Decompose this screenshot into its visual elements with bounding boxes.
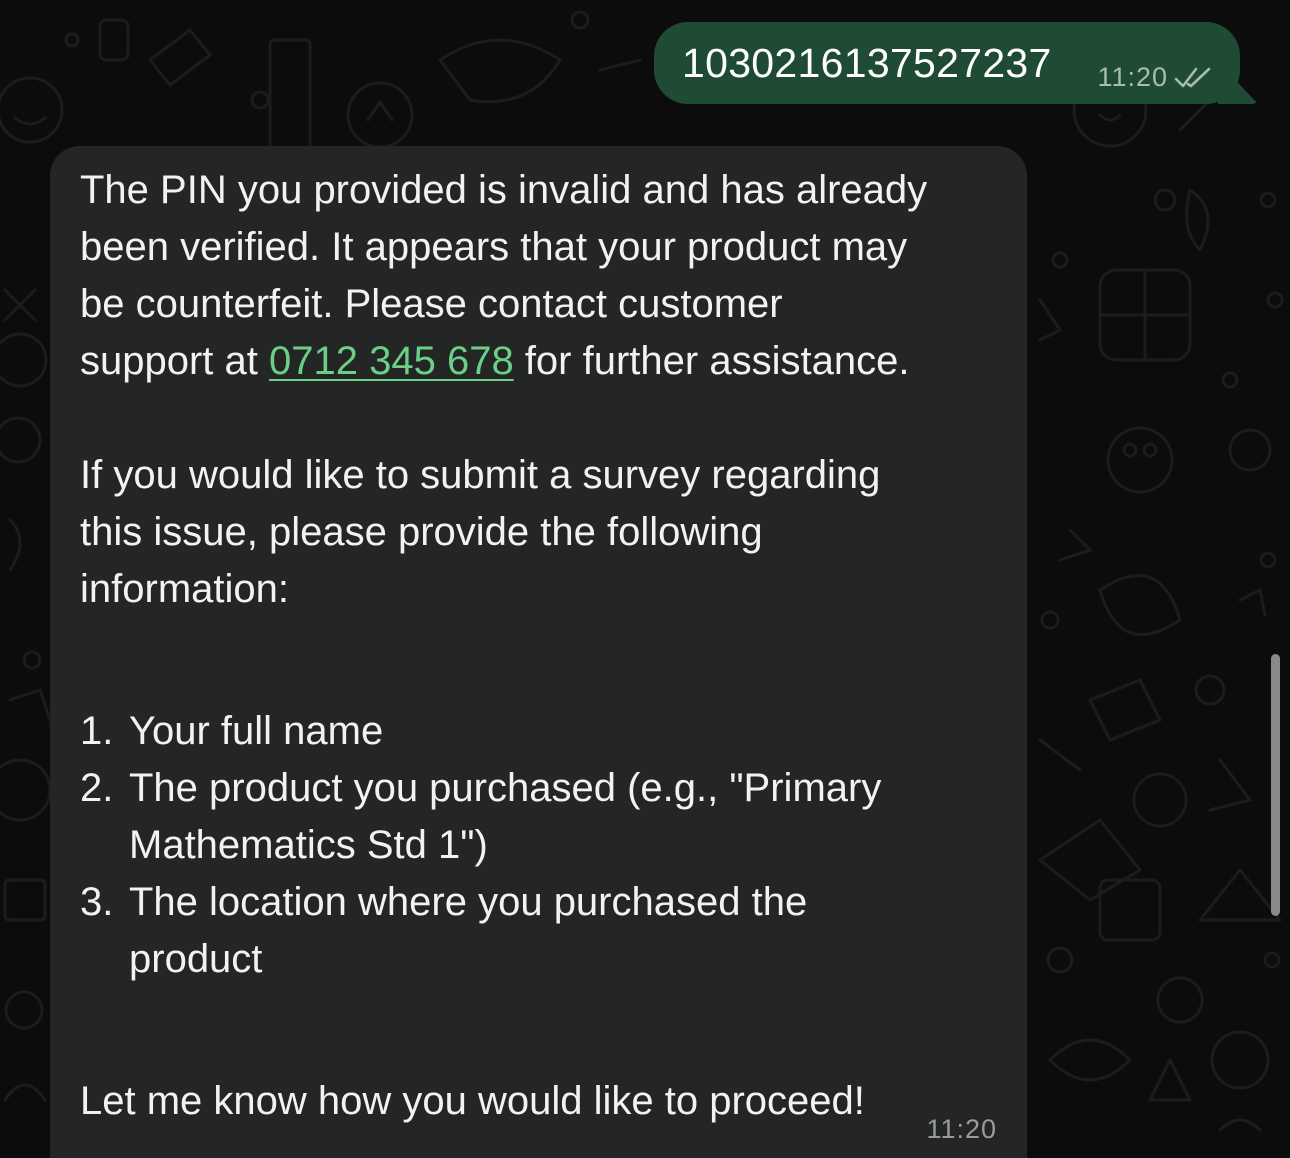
message-line: been verified. It appears that your prod… [80, 225, 908, 269]
list-item-number: 1. [80, 709, 114, 753]
info-list: 1. Your full name 2. The product you pur… [80, 703, 1010, 988]
outgoing-message-text: 1030216137527237 [682, 40, 1052, 86]
message-line: this issue, please provide the following [80, 510, 763, 554]
list-item-number: 2. [80, 766, 114, 810]
list-item-text: The product you purchased (e.g., "Primar… [129, 766, 882, 810]
list-item: 1. Your full name [80, 703, 1010, 760]
chat-view[interactable]: 1030216137527237 11:20 The PIN you provi… [0, 0, 1290, 1158]
list-item-text: Your full name [129, 709, 384, 753]
message-line: support at 0712 345 678 for further assi… [80, 333, 1010, 390]
message-line: If you would like to submit a survey reg… [80, 453, 881, 497]
list-item-number: 3. [80, 880, 114, 924]
outgoing-message-meta: 11:20 [1097, 62, 1212, 93]
message-line: The PIN you provided is invalid and has … [80, 168, 928, 212]
phone-number-link[interactable]: 0712 345 678 [269, 339, 514, 383]
message-text: for further assistance. [513, 339, 910, 383]
scrollbar-thumb[interactable] [1271, 654, 1280, 916]
incoming-message-text: The PIN you provided is invalid and has … [80, 162, 1010, 1130]
list-item: 3. The location where you purchased the … [80, 874, 1010, 988]
message-line: information: [80, 567, 289, 611]
incoming-message-bubble[interactable]: The PIN you provided is invalid and has … [50, 146, 1027, 1158]
outgoing-message-bubble[interactable]: 1030216137527237 11:20 [654, 22, 1258, 104]
list-item-text: product [129, 937, 263, 981]
list-item-text: The location where you purchased the [129, 880, 808, 924]
message-line: be counterfeit. Please contact customer [80, 282, 783, 326]
outgoing-message-time: 11:20 [1097, 62, 1168, 92]
double-check-icon [1174, 67, 1211, 87]
incoming-message-time: 11:20 [926, 1114, 997, 1144]
message-line: Let me know how you would like to procee… [80, 1079, 865, 1123]
list-item: 2. The product you purchased (e.g., "Pri… [80, 760, 1010, 874]
list-item-text: Mathematics Std 1") [129, 823, 488, 867]
message-text: support at [80, 339, 270, 383]
